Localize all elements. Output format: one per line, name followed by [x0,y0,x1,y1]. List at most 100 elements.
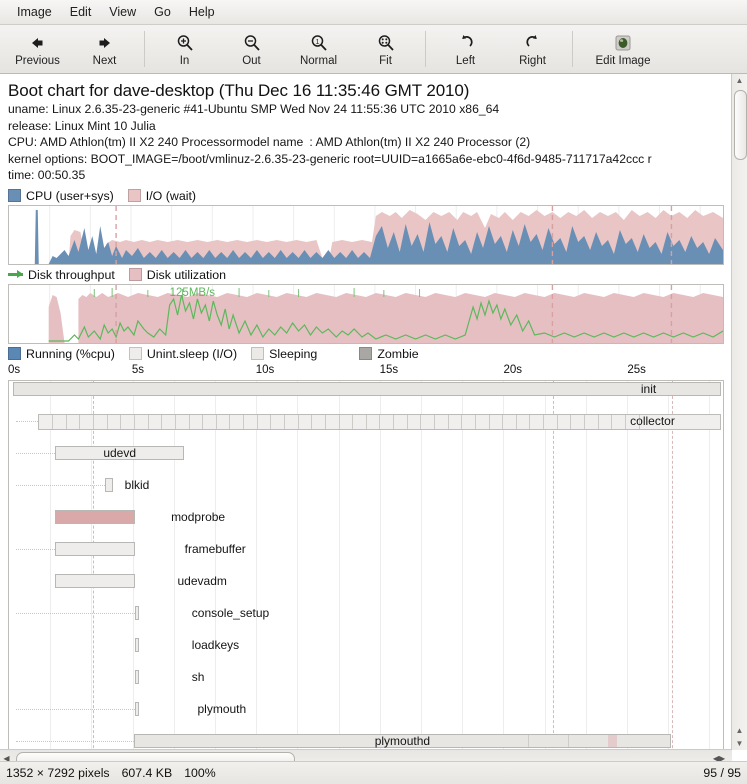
zombie-color-swatch [359,347,373,360]
disk-legend: Disk throughput Disk utilization [0,265,732,284]
toolbar-separator-2 [425,31,426,67]
zoom-in-icon [176,32,194,54]
sleeping-color-swatch [251,347,265,360]
status-bar: 1352 × 7292 pixels 607.4 KB 100% 95 / 95 [0,761,747,784]
previous-label: Previous [15,54,60,67]
legend-io-wait: I/O (wait) [127,189,196,203]
process-row-console-setup[interactable]: console_setup [9,605,723,621]
menu-image[interactable]: Image [8,3,61,21]
process-row-framebuffer[interactable]: framebuffer [9,541,723,557]
cpu-io-graph [8,204,724,265]
image-viewer-window: Image Edit View Go Help Previous Next In… [0,0,747,784]
disk-graph: 125MB/s [8,283,724,344]
process-bar[interactable] [37,413,722,430]
zoom-in-button[interactable]: In [151,27,218,71]
release-line: release: Linux Mint 10 Julia [8,118,156,133]
cpu-io-plot [9,205,723,264]
process-row-udevadm[interactable]: udevadm [9,573,723,589]
cpu-line: CPU: AMD Athlon(tm) II X2 240 Processorm… [8,135,531,149]
scroll-down-arrow-upper-icon[interactable]: ▲ [732,724,747,737]
rotate-right-icon [524,32,542,54]
process-legend: Running (%cpu) Unint.sleep (I/O) Sleepin… [0,344,732,363]
cpu-color-swatch [8,189,21,202]
process-row-init[interactable]: init [9,381,723,397]
event-marker-line [93,380,95,750]
scroll-down-icon[interactable]: ▼ [732,737,747,750]
process-label: plymouth [197,701,247,716]
process-row-collector[interactable]: collector [9,413,723,430]
legend-disk-throughput: Disk throughput [8,268,115,282]
rotate-right-button[interactable]: Right [499,27,566,71]
rotate-left-button[interactable]: Left [432,27,499,71]
disk-throughput-line-icon [8,269,23,280]
process-row-sh[interactable]: sh [9,669,723,685]
edit-image-label: Edit Image [595,54,651,67]
vscroll-thumb[interactable] [734,90,747,160]
uname-line: uname: Linux 2.6.35-23-generic #41-Ubunt… [8,102,500,116]
process-row-modprobe[interactable]: modprobe [9,509,723,525]
page-title: Boot chart for dave-desktop (Thu Dec 16 … [8,81,470,100]
toolbar: Previous Next In Out 1 Normal Fit Left R… [0,25,747,74]
process-bar[interactable] [55,573,136,588]
process-label: collector [630,413,675,428]
process-bar[interactable] [104,477,114,492]
process-bar[interactable] [55,509,136,524]
arrow-right-icon [96,32,113,54]
edit-image-button[interactable]: Edit Image [579,27,667,71]
process-chart-inner: init collector udevd blkid modprobe fram… [9,380,723,750]
next-button[interactable]: Next [71,27,138,71]
process-row-loadkeys[interactable]: loadkeys [9,637,723,653]
legend-disk-utilization: Disk utilization [128,267,226,282]
process-bar[interactable] [134,637,139,652]
bootchart-image[interactable]: Boot chart for dave-desktop (Thu Dec 16 … [0,74,732,750]
time-line: time: 00:50.35 [8,168,86,182]
legend-label: Disk throughput [28,267,115,282]
process-bar[interactable] [134,669,139,684]
zoom-normal-icon: 1 [310,32,328,54]
zoom-fit-button[interactable]: Fit [352,27,419,71]
previous-button[interactable]: Previous [4,27,71,71]
svg-text:1: 1 [315,39,319,46]
process-label: udevadm [177,573,227,588]
menu-view[interactable]: View [100,3,145,21]
menu-edit[interactable]: Edit [61,3,101,21]
disk-plot [48,284,723,343]
process-row-plymouthd[interactable]: plymouthd [9,733,723,749]
process-chart[interactable]: init collector udevd blkid modprobe fram… [8,379,724,750]
event-marker-line [553,380,555,750]
scroll-up-icon[interactable]: ▲ [732,74,747,87]
io-color-swatch [127,189,141,202]
process-bar[interactable] [55,541,136,556]
menu-bar: Image Edit View Go Help [0,0,747,25]
legend-label: Running (%cpu) [26,346,115,361]
legend-label: Unint.sleep (I/O) [146,346,238,361]
process-row-plymouth[interactable]: plymouth [9,701,723,717]
tick-5s: 5s [131,363,145,376]
process-bar[interactable] [134,701,139,716]
image-position: 95 / 95 [703,766,741,780]
legend-sleeping: Sleeping [251,347,317,361]
zoom-out-icon [243,32,261,54]
image-filesize: 607.4 KB [121,766,173,780]
zoom-fit-label: Fit [379,54,392,67]
legend-label: Zombie [377,346,419,361]
toolbar-separator-3 [572,31,573,67]
legend-zombie: Zombie [359,346,419,361]
process-row-blkid[interactable]: blkid [9,477,723,493]
vertical-scrollbar[interactable]: ▲ ▲ ▼ [731,74,747,750]
kernel-options-line: kernel options: BOOT_IMAGE=/boot/vmlinuz… [8,151,652,166]
legend-label: Disk utilization [146,267,226,282]
process-label: plymouthd [374,733,431,748]
menu-help[interactable]: Help [180,3,224,21]
rotate-left-icon [457,32,475,54]
process-bar[interactable] [12,381,721,396]
process-label: console_setup [191,605,270,620]
process-row-udevd[interactable]: udevd [9,445,723,461]
disk-throughput-scale-label: 125MB/s [169,286,216,299]
process-label: sh [191,669,205,684]
process-bar[interactable] [134,605,139,620]
menu-go[interactable]: Go [145,3,180,21]
zoom-normal-button[interactable]: 1 Normal [285,27,352,71]
process-label: udevd [103,445,137,460]
zoom-out-button[interactable]: Out [218,27,285,71]
